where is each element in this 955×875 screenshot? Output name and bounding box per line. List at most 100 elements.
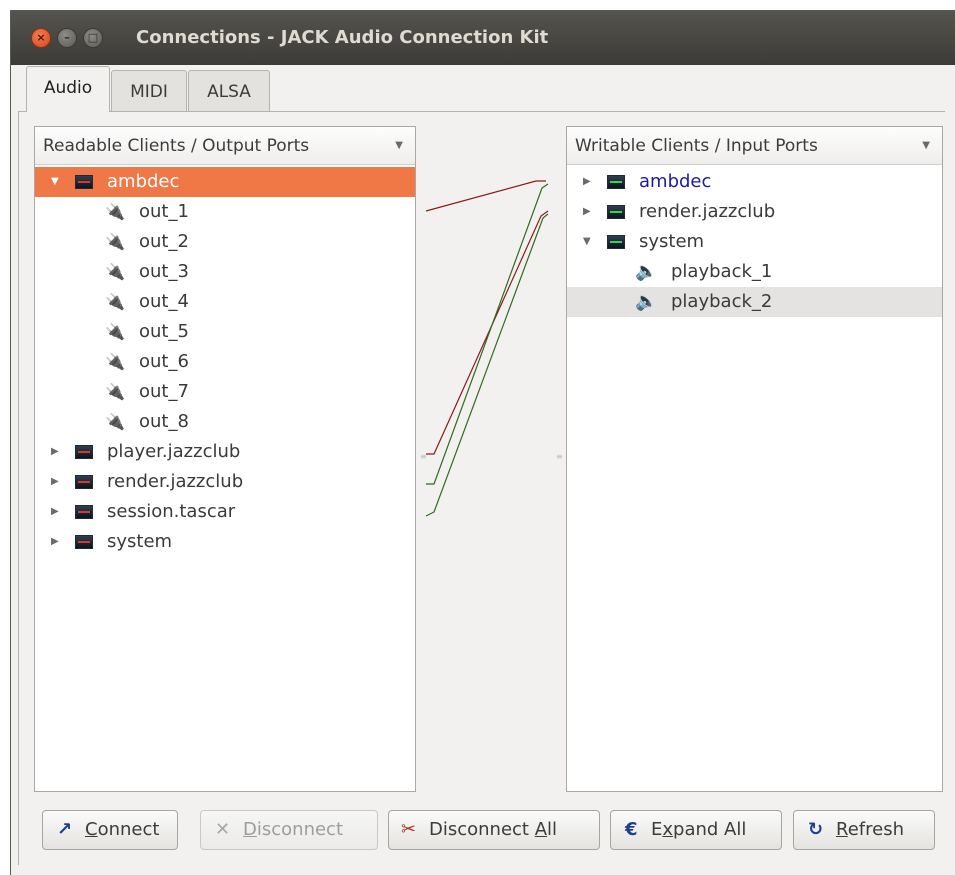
window-title: Connections - JACK Audio Connection Kit <box>136 27 549 48</box>
jack-client-icon <box>75 475 93 489</box>
connect-label-post: onnect <box>97 819 160 840</box>
port-playback-1[interactable]: 🔈 playback_1 <box>567 257 942 287</box>
disconnect-button[interactable]: ✕ Disconnect <box>200 810 378 850</box>
tab-audio[interactable]: Audio <box>26 66 110 112</box>
expand-triangle-icon[interactable]: ▶ <box>51 497 59 527</box>
client-system[interactable]: ▶ system <box>35 527 415 557</box>
plug-icon: 🔌 <box>105 322 125 341</box>
connections-view[interactable] <box>416 126 566 792</box>
disconnect-label: Disconnect <box>243 811 343 849</box>
expand-triangle-icon[interactable]: ▶ <box>583 197 591 227</box>
disconnect-all-label-accel: A <box>534 819 548 840</box>
disconnect-all-button[interactable]: ✂ Disconnect All <box>388 810 600 850</box>
refresh-icon: ↻ <box>808 819 824 840</box>
expand-triangle-icon[interactable]: ▶ <box>51 467 59 497</box>
client-ambdec[interactable]: ▶ ambdec <box>567 167 942 197</box>
port-out-8[interactable]: 🔌 out_8 <box>35 407 415 437</box>
client-session-tascar[interactable]: ▶ session.tascar <box>35 497 415 527</box>
plug-icon: 🔌 <box>105 292 125 311</box>
disconnect-label-accel: D <box>243 819 257 840</box>
writable-clients-panel[interactable]: Writable Clients / Input Ports ▼ ▶ ambde… <box>566 126 943 792</box>
client-render-jazzclub[interactable]: ▶ render.jazzclub <box>35 467 415 497</box>
disconnect-all-icon: ✂ <box>401 819 417 840</box>
client-label: system <box>639 231 705 252</box>
plug-icon: 🔌 <box>105 232 125 251</box>
splitter-handle[interactable]: ≡ <box>556 452 563 461</box>
jack-client-icon <box>75 535 93 549</box>
readable-clients-header[interactable]: Readable Clients / Output Ports ▼ <box>35 127 415 165</box>
expand-all-label-accel: x <box>662 819 674 840</box>
port-out-1[interactable]: 🔌 out_1 <box>35 197 415 227</box>
refresh-button[interactable]: ↻ Refresh <box>793 810 935 850</box>
client-ambdec[interactable]: ▼ ambdec <box>35 167 415 197</box>
jack-client-icon <box>75 175 93 189</box>
writable-clients-header[interactable]: Writable Clients / Input Ports ▼ <box>567 127 942 165</box>
refresh-label-accel: R <box>836 819 848 840</box>
connect-icon: ↗ <box>57 819 73 840</box>
disconnect-icon: ✕ <box>215 819 231 840</box>
splitter-handle[interactable]: ≡ <box>420 452 427 461</box>
tab-alsa[interactable]: ALSA <box>188 70 270 112</box>
minimize-icon: – <box>64 31 70 44</box>
jack-client-icon <box>607 175 625 189</box>
port-out-2[interactable]: 🔌 out_2 <box>35 227 415 257</box>
port-label: out_6 <box>139 351 189 372</box>
connection-line <box>425 213 549 517</box>
jack-client-icon <box>75 445 93 459</box>
port-out-5[interactable]: 🔌 out_5 <box>35 317 415 347</box>
expand-all-label-post: pand All <box>673 819 747 840</box>
expand-triangle-icon[interactable]: ▼ <box>51 167 59 197</box>
client-label: ambdec <box>107 171 180 192</box>
maximize-window-button[interactable]: □ <box>83 28 103 48</box>
port-label: out_1 <box>139 201 189 222</box>
plug-icon: 🔌 <box>105 352 125 371</box>
connect-button[interactable]: ↗ Connect <box>42 810 178 850</box>
expand-all-button[interactable]: € Expand All <box>610 810 782 850</box>
expand-all-label: Expand All <box>651 811 746 849</box>
expand-triangle-icon[interactable]: ▶ <box>51 437 59 467</box>
plug-icon: 🔌 <box>105 412 125 431</box>
expand-triangle-icon[interactable]: ▶ <box>51 527 59 557</box>
jack-client-icon <box>75 505 93 519</box>
port-label: out_7 <box>139 381 189 402</box>
client-render-jazzclub[interactable]: ▶ render.jazzclub <box>567 197 942 227</box>
port-label: playback_2 <box>671 291 773 312</box>
port-out-6[interactable]: 🔌 out_6 <box>35 347 415 377</box>
client-system[interactable]: ▼ system <box>567 227 942 257</box>
connection-line <box>426 183 549 485</box>
port-label: out_2 <box>139 231 189 252</box>
readable-clients-panel[interactable]: Readable Clients / Output Ports ▼ ▼ ambd… <box>34 126 416 792</box>
close-window-button[interactable]: × <box>31 28 51 48</box>
jack-client-icon <box>607 235 625 249</box>
sort-arrow-icon: ▼ <box>922 140 930 151</box>
port-out-7[interactable]: 🔌 out_7 <box>35 377 415 407</box>
plug-icon: 🔌 <box>105 262 125 281</box>
disconnect-label-post: isconnect <box>256 819 344 840</box>
client-label: render.jazzclub <box>639 201 776 222</box>
expand-triangle-icon[interactable]: ▼ <box>583 227 591 257</box>
close-icon: × <box>36 31 46 44</box>
readable-clients-header-label: Readable Clients / Output Ports <box>43 136 310 156</box>
maximize-icon: □ <box>87 31 99 44</box>
minimize-window-button[interactable]: – <box>57 28 77 48</box>
connection-line <box>425 180 546 212</box>
connect-label: Connect <box>85 811 159 849</box>
client-label: ambdec <box>639 171 712 192</box>
port-label: out_5 <box>139 321 189 342</box>
client-label: player.jazzclub <box>107 441 241 462</box>
client-player-jazzclub[interactable]: ▶ player.jazzclub <box>35 437 415 467</box>
disconnect-all-label-pre: Disconnect <box>429 819 535 840</box>
port-label: out_3 <box>139 261 189 282</box>
refresh-label: Refresh <box>836 811 904 849</box>
port-label: out_8 <box>139 411 189 432</box>
tab-midi[interactable]: MIDI <box>111 70 187 112</box>
title-bar[interactable]: × – □ Connections - JACK Audio Connectio… <box>11 11 955 65</box>
writable-clients-header-label: Writable Clients / Input Ports <box>575 136 818 156</box>
disconnect-all-label: Disconnect All <box>429 811 557 849</box>
connection-line <box>426 210 549 455</box>
port-out-4[interactable]: 🔌 out_4 <box>35 287 415 317</box>
expand-all-icon: € <box>625 819 638 840</box>
port-playback-2[interactable]: 🔈 playback_2 <box>567 287 942 317</box>
expand-triangle-icon[interactable]: ▶ <box>583 167 591 197</box>
port-out-3[interactable]: 🔌 out_3 <box>35 257 415 287</box>
